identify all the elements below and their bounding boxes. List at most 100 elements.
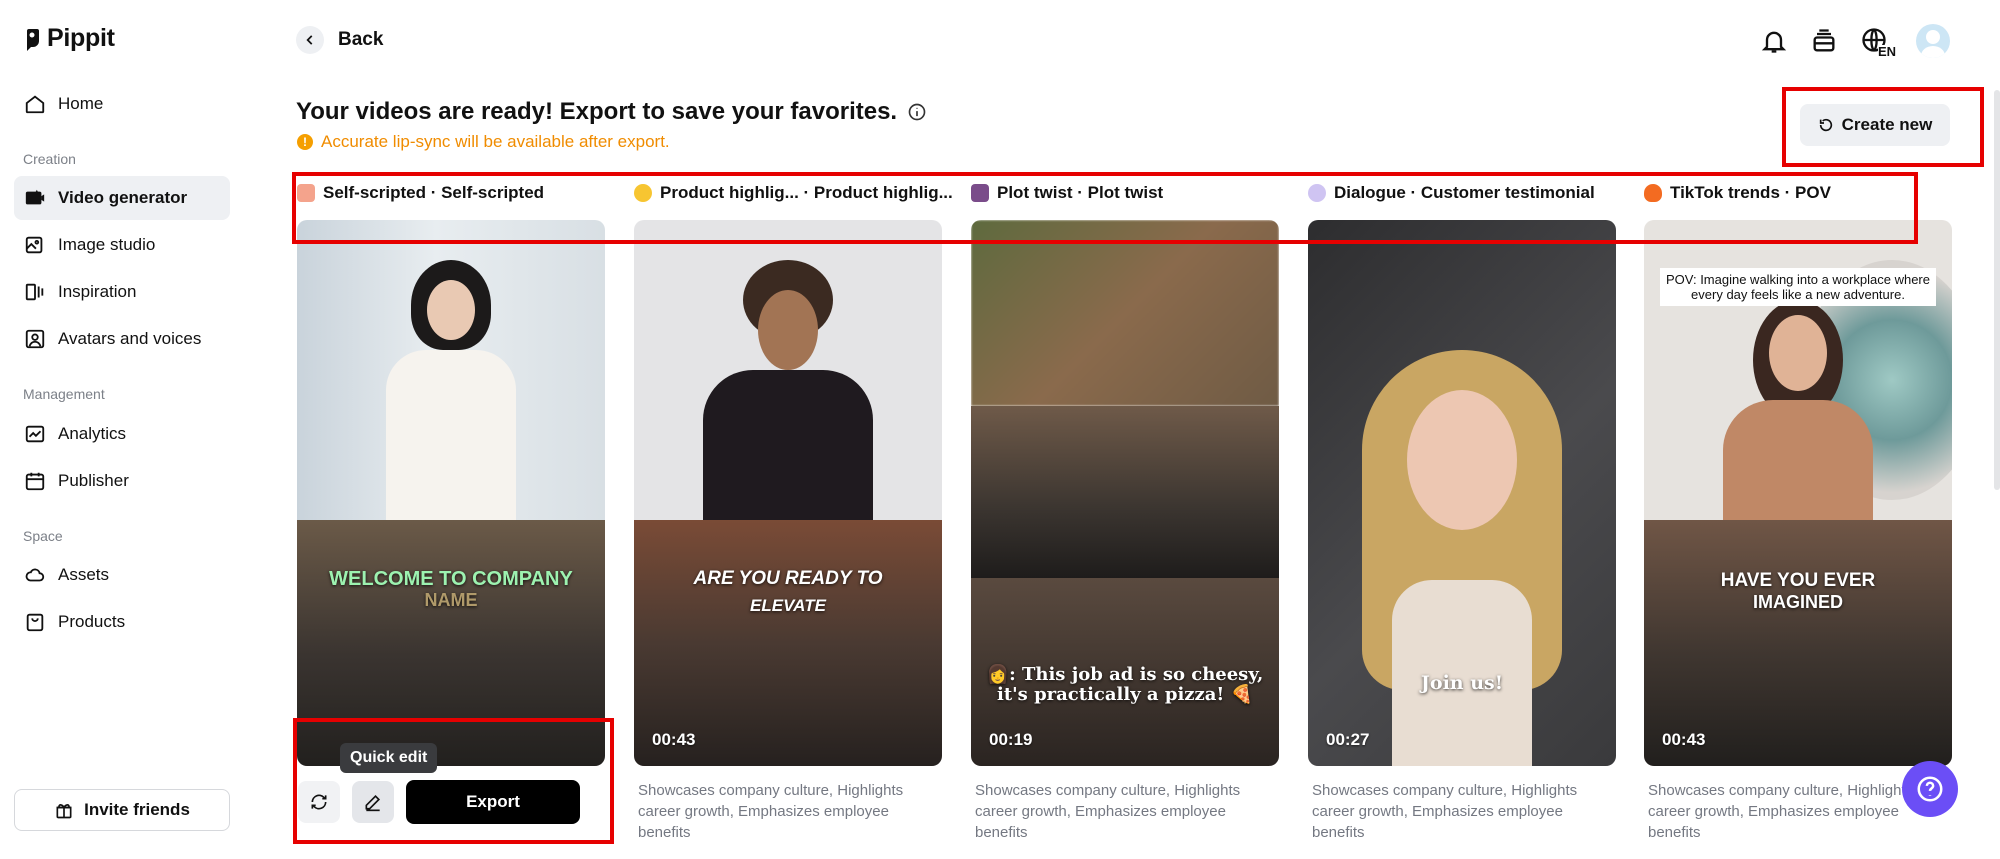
- video-duration: 00:43: [652, 730, 696, 749]
- caption-line-1: WELCOME TO COMPANY: [329, 568, 573, 590]
- writing-hand-icon: [297, 184, 315, 202]
- video-card[interactable]: Plot twist · Plot twist 👩: This job ad i…: [971, 182, 1279, 841]
- caption-line-1: ARE YOU READY TO: [693, 568, 883, 589]
- image-studio-icon: [25, 236, 43, 254]
- sidebar-item-avatars-and-voices[interactable]: Avatars and voices: [14, 317, 230, 361]
- card-description: Showcases company culture, Highlights ca…: [975, 782, 1241, 841]
- sidebar-item-publisher[interactable]: Publisher: [14, 459, 230, 503]
- sidebar-item-image-studio[interactable]: Image studio: [14, 223, 230, 267]
- caption-line-1: HAVE YOU EVER: [1720, 570, 1876, 591]
- warning-text: Accurate lip-sync will be available afte…: [321, 132, 670, 151]
- video-thumbnail[interactable]: WELCOME TO COMPANY NAME: [297, 220, 605, 766]
- video-thumbnail[interactable]: POV: Imagine walking into a workplace wh…: [1644, 220, 1952, 766]
- app-name: Pippit: [47, 24, 115, 52]
- pippit-logo-icon: [25, 28, 39, 51]
- presenter-face: [1769, 315, 1827, 391]
- card-actions: Export: [298, 780, 580, 824]
- cloud-icon: [25, 568, 45, 582]
- create-new-button[interactable]: Create new: [1800, 104, 1950, 146]
- card-label: Product highlig... · Product highlig...: [634, 182, 953, 204]
- quick-edit-tooltip: Quick edit: [340, 743, 438, 773]
- card-label: Dialogue · Customer testimonial: [1308, 182, 1616, 204]
- presenter-face: [427, 280, 475, 340]
- avatar[interactable]: [1916, 24, 1950, 58]
- card-description: Showcases company culture, Highlights ca…: [638, 782, 904, 841]
- sidebar-item-analytics[interactable]: Analytics: [14, 412, 230, 456]
- avatar-icon: [25, 329, 45, 349]
- video-thumbnail[interactable]: ARE YOU READY TO ELEVATE 00:43: [634, 220, 942, 766]
- sidebar-item-label: Products: [58, 612, 126, 631]
- regenerate-icon: [311, 794, 327, 810]
- home-icon: [25, 95, 45, 114]
- sidebar-item-assets[interactable]: Assets: [14, 553, 230, 597]
- language-selector[interactable]: EN: [1860, 26, 1896, 59]
- video-duration: 00:19: [989, 730, 1033, 749]
- help-button[interactable]: [1902, 761, 1958, 817]
- section-management: Management: [23, 386, 105, 402]
- refresh-icon: [1819, 118, 1832, 132]
- info-icon[interactable]: [907, 102, 927, 122]
- help-icon: [1917, 776, 1943, 802]
- caption-line-2: IMAGINED: [1753, 592, 1843, 612]
- video-card[interactable]: Self-scripted · Self-scripted WELCOME TO…: [297, 182, 605, 766]
- video-duration: 00:27: [1326, 730, 1370, 749]
- caption-line-2: it's practically a pizza! 🍕: [997, 684, 1253, 705]
- language-code: EN: [1877, 44, 1896, 59]
- video-generator-icon: [25, 189, 45, 205]
- sidebar-item-inspiration[interactable]: Inspiration: [14, 270, 230, 314]
- speech-bubble-icon: [1308, 184, 1326, 202]
- sidebar-item-label: Image studio: [58, 235, 156, 254]
- top-toolbar: EN: [1760, 24, 1950, 58]
- sidebar-item-home[interactable]: Home: [14, 82, 230, 126]
- quick-edit-button[interactable]: [352, 781, 394, 823]
- sidebar-item-video-generator[interactable]: Video generator: [14, 176, 230, 220]
- subscription-icon[interactable]: [1810, 27, 1838, 55]
- warning-icon: !: [297, 134, 313, 150]
- card-title: Self-scripted · Self-scripted: [323, 183, 545, 202]
- bag-icon: [26, 613, 44, 632]
- sun-icon: [634, 184, 652, 202]
- video-thumbnail[interactable]: 👩: This job ad is so cheesy, it's practi…: [971, 220, 1279, 766]
- caption-line-1: Join us!: [1420, 672, 1504, 694]
- export-button[interactable]: Export: [406, 780, 580, 824]
- video-card[interactable]: Product highlig... · Product highlig... …: [634, 182, 953, 841]
- meeting-image: [297, 520, 605, 766]
- lip-sync-warning: ! Accurate lip-sync will be available af…: [297, 132, 670, 152]
- scrollbar[interactable]: [1994, 90, 2000, 490]
- sidebar-item-label: Video generator: [58, 188, 188, 207]
- pencil-icon: [365, 794, 381, 812]
- card-title: Product highlig... · Product highlig...: [660, 183, 953, 202]
- sidebar-item-products[interactable]: Products: [14, 600, 230, 644]
- card-title: TikTok trends · POV: [1670, 183, 1831, 202]
- video-duration: 00:43: [1662, 730, 1706, 749]
- card-description: Showcases company culture, Highlights ca…: [1312, 782, 1578, 841]
- sidebar-item-label: Inspiration: [58, 282, 137, 301]
- invite-friends-button[interactable]: Invite friends: [14, 789, 230, 831]
- pov-caption: POV: Imagine walking into a workplace wh…: [1660, 268, 1936, 306]
- caption-line-2: ELEVATE: [750, 596, 826, 615]
- presenter-face: [1407, 390, 1517, 530]
- meeting-image: [971, 406, 1279, 578]
- regenerate-button[interactable]: [298, 781, 340, 823]
- sidebar-item-label: Home: [58, 94, 104, 113]
- logo[interactable]: Pippit: [23, 24, 115, 53]
- card-label: TikTok trends · POV: [1644, 182, 1952, 204]
- video-thumbnail[interactable]: Join us! 00:27: [1308, 220, 1616, 766]
- page-heading: Your videos are ready! Export to save yo…: [296, 98, 927, 126]
- video-card[interactable]: TikTok trends · POV POV: Imagine walking…: [1644, 182, 1952, 841]
- card-title: Plot twist · Plot twist: [997, 183, 1164, 202]
- inspiration-icon: [25, 283, 44, 301]
- section-space: Space: [23, 528, 63, 544]
- person-icon: [971, 184, 989, 202]
- card-label: Plot twist · Plot twist: [971, 182, 1279, 204]
- bell-icon[interactable]: [1760, 27, 1788, 55]
- video-card[interactable]: Dialogue · Customer testimonial Join us!…: [1308, 182, 1616, 841]
- back-link[interactable]: Back: [296, 26, 383, 54]
- card-label: Self-scripted · Self-scripted: [297, 182, 605, 204]
- back-button[interactable]: [296, 26, 324, 54]
- invite-friends-label: Invite friends: [84, 800, 190, 819]
- fire-icon: [1644, 184, 1662, 202]
- sidebar-item-label: Publisher: [58, 471, 129, 490]
- sidebar: Pippit Home Creation Video generator Ima…: [0, 0, 246, 859]
- back-label: Back: [338, 29, 384, 50]
